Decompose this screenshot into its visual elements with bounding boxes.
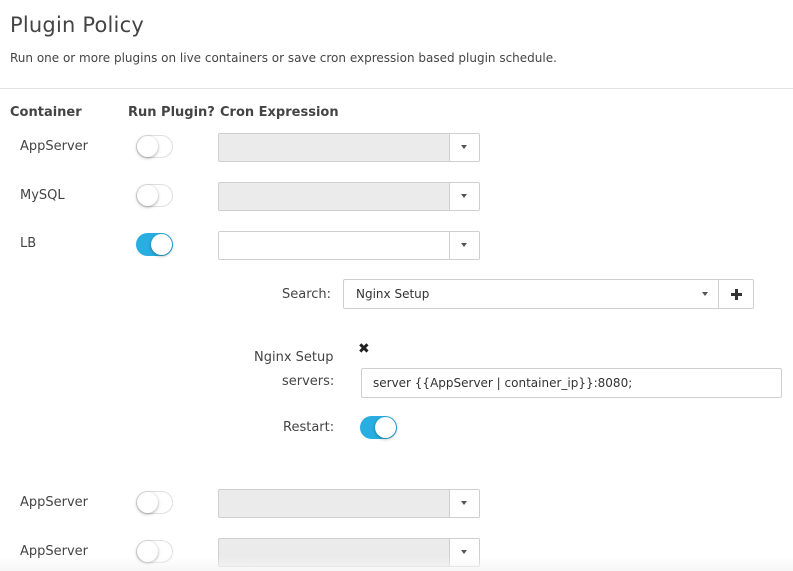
restart-label: Restart: (283, 420, 335, 435)
cron-expression-select[interactable] (218, 538, 480, 567)
column-header-container: Container (10, 105, 82, 120)
container-name: MySQL (20, 188, 65, 203)
chevron-down-icon (461, 194, 467, 198)
container-name: LB (20, 236, 37, 251)
run-plugin-toggle[interactable] (136, 233, 173, 256)
dropdown-toggle[interactable] (449, 232, 479, 259)
close-icon[interactable]: ✖ (358, 341, 370, 357)
dropdown-toggle[interactable] (449, 183, 479, 210)
page-subtitle: Run one or more plugins on live containe… (10, 51, 557, 65)
dropdown-toggle[interactable] (449, 490, 479, 517)
servers-label: servers: (282, 374, 335, 389)
container-name: AppServer (20, 139, 89, 154)
container-name: AppServer (20, 544, 89, 559)
chevron-down-icon (461, 550, 467, 554)
plugin-search-value: Nginx Setup (356, 287, 430, 301)
page-title: Plugin Policy (10, 13, 144, 37)
column-header-run-plugin: Run Plugin? (128, 105, 215, 120)
plugin-search-select[interactable]: Nginx Setup (343, 279, 719, 309)
dropdown-toggle[interactable] (449, 539, 479, 566)
run-plugin-toggle[interactable] (136, 540, 173, 563)
run-plugin-toggle[interactable] (136, 491, 173, 514)
run-plugin-toggle[interactable] (136, 135, 173, 158)
chevron-down-icon (461, 501, 467, 505)
cron-expression-select[interactable] (218, 182, 480, 211)
plugin-name: Nginx Setup (254, 350, 334, 365)
add-plugin-button[interactable] (718, 279, 754, 309)
column-header-cron-expression: Cron Expression (220, 105, 339, 120)
toggle-knob (137, 492, 158, 513)
chevron-down-icon (461, 145, 467, 149)
cron-expression-select[interactable] (218, 489, 480, 518)
toggle-knob (137, 136, 158, 157)
restart-toggle[interactable] (360, 416, 397, 439)
toggle-knob (137, 185, 158, 206)
cron-expression-select[interactable] (218, 133, 480, 162)
toggle-knob (151, 234, 172, 255)
toggle-knob (375, 417, 396, 438)
dropdown-toggle[interactable] (449, 134, 479, 161)
search-label: Search: (282, 287, 332, 302)
chevron-down-icon (702, 292, 708, 296)
cron-expression-select[interactable] (218, 231, 480, 260)
page-header: Plugin Policy Run one or more plugins on… (0, 0, 793, 89)
chevron-down-icon (461, 243, 467, 247)
plus-icon-stem (735, 289, 738, 300)
servers-input[interactable] (361, 368, 782, 398)
run-plugin-toggle[interactable] (136, 184, 173, 207)
container-name: AppServer (20, 495, 89, 510)
toggle-knob (137, 541, 158, 562)
